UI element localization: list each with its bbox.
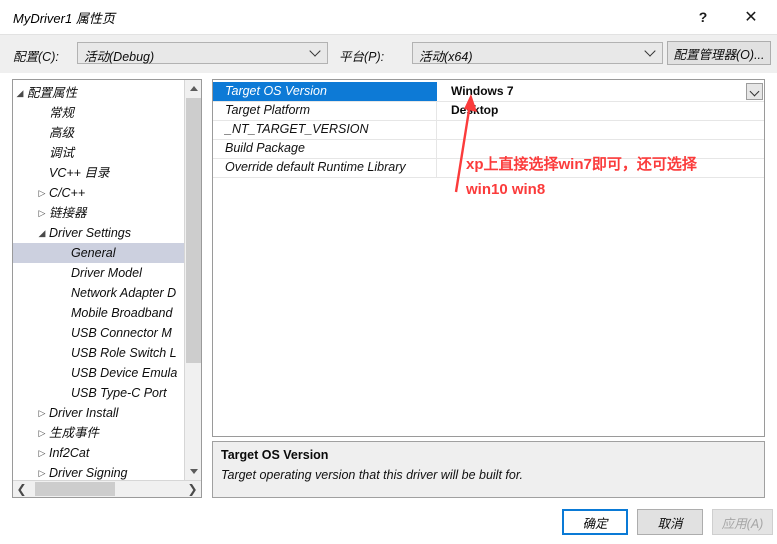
tree-item-label: 配置属性 <box>27 86 78 100</box>
description-panel: Target OS Version Target operating versi… <box>212 441 765 498</box>
tree-item-label: Driver Settings <box>49 226 131 240</box>
property-value[interactable] <box>438 158 764 177</box>
tree-vertical-scrollbar[interactable] <box>184 80 201 480</box>
tree-expanded-icon[interactable]: ◢ <box>35 223 49 243</box>
tree-item-label: C/C++ <box>49 186 86 200</box>
property-name: _NT_TARGET_VERSION <box>213 120 437 139</box>
tree-item-label: 生成事件 <box>49 426 100 440</box>
tree-item-network-adapter-d[interactable]: Network Adapter D <box>13 283 184 303</box>
scroll-left-icon[interactable]: ❮ <box>13 481 30 497</box>
property-value[interactable] <box>438 120 764 139</box>
tree-item-[interactable]: 高级 <box>13 123 184 143</box>
tree-horizontal-scrollbar[interactable]: ❮ ❯ <box>13 480 201 497</box>
property-name: Target OS Version <box>213 82 437 101</box>
property-value-dropdown-icon[interactable] <box>746 83 763 100</box>
configuration-value: 活动(Debug) <box>84 50 155 64</box>
scroll-down-icon[interactable] <box>185 463 201 480</box>
cancel-button[interactable]: 取消 <box>637 509 703 535</box>
configuration-tree-panel: ◢ 配置属性 常规 高级 调试 VC++ 目录 ▷ C/C++ ▷ 链接器 ◢ Driver Sett… <box>12 79 202 498</box>
tree-item-inf2cat[interactable]: ▷ Inf2Cat <box>13 443 184 463</box>
property-row[interactable]: _NT_TARGET_VERSION <box>213 120 764 140</box>
description-body: Target operating version that this drive… <box>221 468 524 482</box>
tree-item-[interactable]: ▷ 生成事件 <box>13 423 184 443</box>
property-name: Override default Runtime Library <box>213 158 437 177</box>
tree-collapsed-icon[interactable]: ▷ <box>35 443 49 463</box>
tree-item-[interactable]: 调试 <box>13 143 184 163</box>
property-row[interactable]: Target Platform Desktop <box>213 101 764 121</box>
tree-item-[interactable]: ▷ 链接器 <box>13 203 184 223</box>
tree-collapsed-icon[interactable]: ▷ <box>35 203 49 223</box>
tree-expanded-icon[interactable]: ◢ <box>13 83 27 103</box>
tree-item-[interactable]: 常规 <box>13 103 184 123</box>
tree-item-[interactable]: ◢ 配置属性 <box>13 83 184 103</box>
scroll-right-icon[interactable]: ❯ <box>184 481 201 497</box>
property-value[interactable] <box>438 139 764 158</box>
title-bar: MyDriver1 属性页 ? ✕ <box>0 0 777 34</box>
chevron-down-icon <box>643 45 656 58</box>
tree-item-label: 调试 <box>49 146 75 160</box>
property-row[interactable]: Build Package <box>213 139 764 159</box>
tree-item-label: Network Adapter D <box>71 286 177 300</box>
tree-item-label: USB Connector M <box>71 326 172 340</box>
platform-dropdown[interactable]: 活动(x64) <box>412 42 663 64</box>
ok-button[interactable]: 确定 <box>562 509 628 535</box>
tree-item-driver-model[interactable]: Driver Model <box>13 263 184 283</box>
apply-button: 应用(A) <box>712 509 773 535</box>
tree-item-label: VC++ 目录 <box>49 166 110 180</box>
tree-item-label: USB Type-C Port <box>71 386 167 400</box>
property-value[interactable]: Desktop <box>438 101 764 120</box>
tree-collapsed-icon[interactable]: ▷ <box>35 183 49 203</box>
tree-collapsed-icon[interactable]: ▷ <box>35 423 49 443</box>
window-title: MyDriver1 属性页 <box>13 11 115 26</box>
tree-vertical-scroll-thumb[interactable] <box>186 98 201 363</box>
tree-item-label: USB Device Emula <box>71 366 178 380</box>
close-icon[interactable]: ✕ <box>729 0 773 34</box>
tree-item-label: 常规 <box>49 106 75 120</box>
property-row[interactable]: Target OS Version Windows 7 <box>213 82 764 102</box>
scroll-up-icon[interactable] <box>185 80 201 97</box>
tree-item-driver-settings[interactable]: ◢ Driver Settings <box>13 223 184 243</box>
tree-item-label: Driver Install <box>49 406 119 420</box>
tree-collapsed-icon[interactable]: ▷ <box>35 403 49 423</box>
tree-item-label: 高级 <box>49 126 75 140</box>
tree-item-c-c[interactable]: ▷ C/C++ <box>13 183 184 203</box>
tree-item-mobile-broadband[interactable]: Mobile Broadband <box>13 303 184 323</box>
platform-label: 平台(P): <box>339 50 385 64</box>
configuration-label: 配置(C): <box>13 50 59 64</box>
tree-item-label: Mobile Broadband <box>71 306 173 320</box>
platform-value: 活动(x64) <box>419 50 473 64</box>
tree-item-label: 链接器 <box>49 206 87 220</box>
tree-item-vc[interactable]: VC++ 目录 <box>13 163 184 183</box>
tree-item-general[interactable]: General <box>13 243 184 263</box>
tree-item-label: Driver Signing <box>49 466 128 480</box>
tree-item-usb-connector-m[interactable]: USB Connector M <box>13 323 184 343</box>
property-row[interactable]: Override default Runtime Library <box>213 158 764 178</box>
tree-item-driver-install[interactable]: ▷ Driver Install <box>13 403 184 423</box>
tree-item-label: USB Role Switch L <box>71 346 177 360</box>
property-grid[interactable]: Target OS Version Windows 7 Target Platfor… <box>212 79 765 437</box>
tree-collapsed-icon[interactable]: ▷ <box>35 463 49 480</box>
tree-item-label: General <box>71 246 116 260</box>
configuration-manager-button[interactable]: 配置管理器(O)... <box>667 41 771 65</box>
property-pages-dialog: MyDriver1 属性页 ? ✕ 配置(C): 活动(Debug) 平台(P)… <box>0 0 777 544</box>
tree-horizontal-scroll-thumb[interactable] <box>35 482 115 496</box>
property-value[interactable]: Windows 7 <box>438 82 764 101</box>
configuration-dropdown[interactable]: 活动(Debug) <box>77 42 328 64</box>
description-title: Target OS Version <box>221 448 329 462</box>
property-name: Build Package <box>213 139 437 158</box>
tree-item-usb-type-c-port[interactable]: USB Type-C Port <box>13 383 184 403</box>
chevron-down-icon <box>308 45 321 58</box>
tree-item-label: Driver Model <box>71 266 142 280</box>
tree-item-usb-role-switch-l[interactable]: USB Role Switch L <box>13 343 184 363</box>
tree-item-usb-device-emula[interactable]: USB Device Emula <box>13 363 184 383</box>
help-icon[interactable]: ? <box>681 0 725 34</box>
tree-item-driver-signing[interactable]: ▷ Driver Signing <box>13 463 184 480</box>
property-name: Target Platform <box>213 101 437 120</box>
configuration-tree[interactable]: ◢ 配置属性 常规 高级 调试 VC++ 目录 ▷ C/C++ ▷ 链接器 ◢ Driver Sett… <box>13 80 184 480</box>
tree-item-label: Inf2Cat <box>49 446 90 460</box>
